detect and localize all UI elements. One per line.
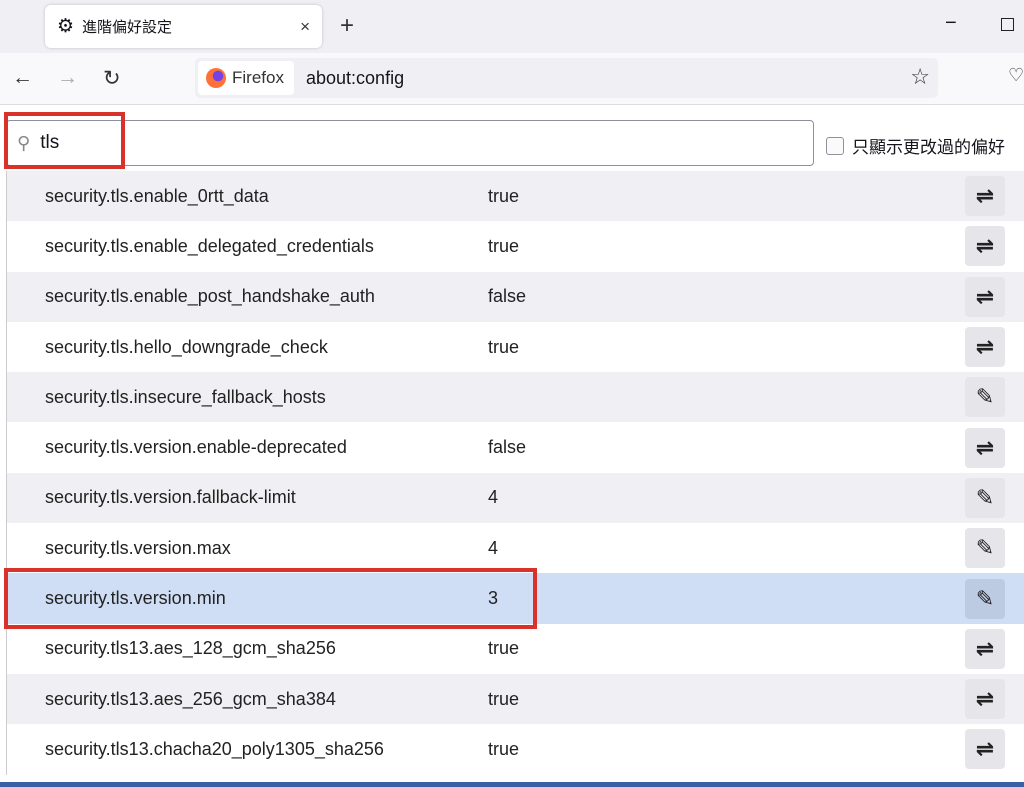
identity-label: Firefox: [232, 68, 284, 87]
pref-name: security.tls.enable_0rtt_data: [45, 185, 269, 206]
firefox-logo-icon: [206, 68, 226, 88]
highlight-box-search: [4, 112, 125, 169]
pref-name: security.tls.enable_post_handshake_auth: [45, 286, 375, 307]
table-row[interactable]: security.tls13.chacha20_poly1305_sha256 …: [7, 724, 1024, 775]
maximize-button[interactable]: [1001, 18, 1014, 31]
pref-name: security.tls.version.fallback-limit: [45, 487, 296, 508]
reload-button[interactable]: ↻: [103, 66, 121, 91]
modified-only-label: 只顯示更改過的偏好: [852, 138, 1005, 157]
pref-value: true: [488, 185, 520, 206]
edit-button[interactable]: ✎: [965, 528, 1005, 569]
pref-value: true: [488, 235, 520, 256]
toggle-arrows-icon: ⇌: [975, 434, 995, 460]
pref-value: 4: [488, 537, 499, 558]
pref-value: true: [488, 738, 520, 759]
pencil-icon: ✎: [975, 484, 995, 510]
pref-name: security.tls13.chacha20_poly1305_sha256: [45, 738, 384, 759]
toggle-button[interactable]: ⇌: [965, 679, 1005, 720]
pref-name: security.tls.insecure_fallback_hosts: [45, 386, 326, 407]
navigation-bar: ← → ↻ Firefox about:config ☆ ♡: [0, 53, 1024, 105]
modified-only-checkbox[interactable]: 只顯示更改過的偏好: [826, 133, 1005, 158]
toggle-arrows-icon: ⇌: [975, 334, 995, 360]
highlight-box-version-min: [4, 568, 537, 629]
pref-value: true: [488, 336, 520, 357]
table-row[interactable]: security.tls13.aes_128_gcm_sha256 true ⇌: [7, 623, 1024, 674]
table-row[interactable]: security.tls.hello_downgrade_check true …: [7, 321, 1024, 373]
forward-button[interactable]: →: [57, 66, 78, 90]
tab-bar: ⚙ 進階偏好設定 × + −: [0, 0, 1024, 53]
table-row[interactable]: security.tls13.aes_256_gcm_sha384 true ⇌: [7, 673, 1024, 725]
table-row[interactable]: security.tls.insecure_fallback_hosts ✎: [7, 372, 1024, 423]
pref-name: security.tls.version.max: [45, 537, 231, 558]
identity-box[interactable]: Firefox: [198, 61, 294, 95]
pref-name: security.tls.enable_delegated_credential…: [45, 235, 374, 256]
edit-button[interactable]: ✎: [965, 477, 1005, 518]
pref-value: 4: [488, 487, 499, 508]
tab-advanced-preferences[interactable]: ⚙ 進階偏好設定 ×: [45, 5, 322, 48]
checkbox[interactable]: [826, 136, 844, 155]
pencil-icon: ✎: [975, 384, 995, 410]
table-row[interactable]: security.tls.version.max 4 ✎: [7, 523, 1024, 574]
pref-value: false: [488, 286, 527, 307]
toggle-button[interactable]: ⇌: [965, 427, 1005, 468]
toggle-arrows-icon: ⇌: [975, 686, 995, 712]
edit-button[interactable]: ✎: [965, 578, 1005, 619]
table-row[interactable]: security.tls.enable_post_handshake_auth …: [7, 271, 1024, 322]
url-bar[interactable]: Firefox about:config ☆: [195, 58, 938, 98]
table-row[interactable]: security.tls.version.fallback-limit 4 ✎: [7, 472, 1024, 524]
toggle-arrows-icon: ⇌: [975, 635, 995, 661]
toggle-button[interactable]: ⇌: [965, 226, 1005, 267]
toggle-button[interactable]: ⇌: [965, 729, 1005, 770]
edit-button[interactable]: ✎: [965, 377, 1005, 418]
pref-name: security.tls.hello_downgrade_check: [45, 336, 328, 357]
pref-value: true: [488, 688, 520, 709]
close-tab-button[interactable]: ×: [300, 17, 310, 37]
search-input[interactable]: ⚲ tls: [6, 120, 814, 166]
pencil-icon: ✎: [975, 585, 995, 611]
new-tab-button[interactable]: +: [340, 12, 354, 40]
pocket-icon[interactable]: ♡: [1008, 65, 1024, 86]
pref-name: security.tls13.aes_256_gcm_sha384: [45, 688, 336, 709]
pref-name: security.tls13.aes_128_gcm_sha256: [45, 638, 336, 659]
bookmark-star-icon[interactable]: ☆: [910, 64, 930, 90]
pref-value: false: [488, 437, 527, 458]
toggle-arrows-icon: ⇌: [975, 183, 995, 209]
minimize-button[interactable]: −: [945, 12, 957, 35]
gear-icon: ⚙: [57, 16, 75, 37]
toggle-button[interactable]: ⇌: [965, 176, 1005, 217]
toggle-button[interactable]: ⇌: [965, 276, 1005, 317]
pref-name: security.tls.version.enable-deprecated: [45, 437, 347, 458]
pref-value: true: [488, 638, 520, 659]
toggle-arrows-icon: ⇌: [975, 233, 995, 259]
back-button[interactable]: ←: [12, 66, 33, 90]
toggle-arrows-icon: ⇌: [975, 283, 995, 309]
toggle-button[interactable]: ⇌: [965, 327, 1005, 368]
taskbar-edge: [0, 782, 1024, 787]
table-row[interactable]: security.tls.enable_0rtt_data true ⇌: [7, 171, 1024, 222]
toggle-arrows-icon: ⇌: [975, 736, 995, 762]
preferences-table: security.tls.enable_0rtt_data true ⇌ secu…: [6, 171, 1024, 775]
url-text[interactable]: about:config: [306, 68, 404, 89]
table-row[interactable]: security.tls.version.enable-deprecated f…: [7, 422, 1024, 473]
pencil-icon: ✎: [975, 535, 995, 561]
table-row[interactable]: security.tls.enable_delegated_credential…: [7, 221, 1024, 272]
tab-title: 進階偏好設定: [82, 19, 173, 36]
toggle-button[interactable]: ⇌: [965, 628, 1005, 669]
